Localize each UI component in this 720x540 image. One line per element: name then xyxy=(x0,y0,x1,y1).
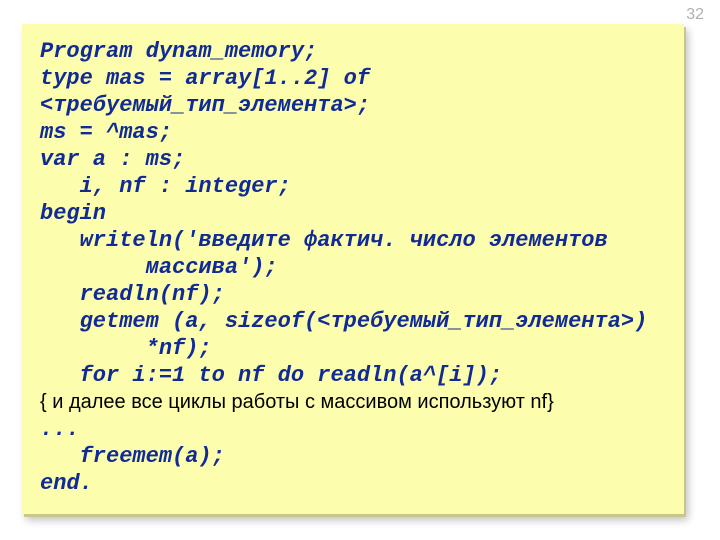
code-line: i, nf : integer; xyxy=(40,173,678,200)
code-line: readln(nf); xyxy=(40,281,678,308)
code-line: Program dynam_memory; xyxy=(40,38,678,65)
code-line: for i:=1 to nf do readln(a^[i]); xyxy=(40,362,678,389)
code-line: freemem(a); xyxy=(40,443,678,470)
code-line: ms = ^mas; xyxy=(40,119,678,146)
code-line: writeln('введите фактич. число элементов xyxy=(40,227,678,254)
code-block: Program dynam_memory; type mas = array[1… xyxy=(22,24,684,514)
code-line: begin xyxy=(40,200,678,227)
code-line: *nf); xyxy=(40,335,678,362)
code-line: <требуемый_тип_элемента>; xyxy=(40,92,678,119)
code-line: var a : ms; xyxy=(40,146,678,173)
code-line: getmem (a, sizeof(<требуемый_тип_элемент… xyxy=(40,308,678,335)
code-line: массива'); xyxy=(40,254,678,281)
code-line: end. xyxy=(40,470,678,497)
code-comment: { и далее все циклы работы с массивом ис… xyxy=(40,389,678,416)
code-line: ... xyxy=(40,416,678,443)
code-line: type mas = array[1..2] of xyxy=(40,65,678,92)
page-number: 32 xyxy=(686,6,704,24)
